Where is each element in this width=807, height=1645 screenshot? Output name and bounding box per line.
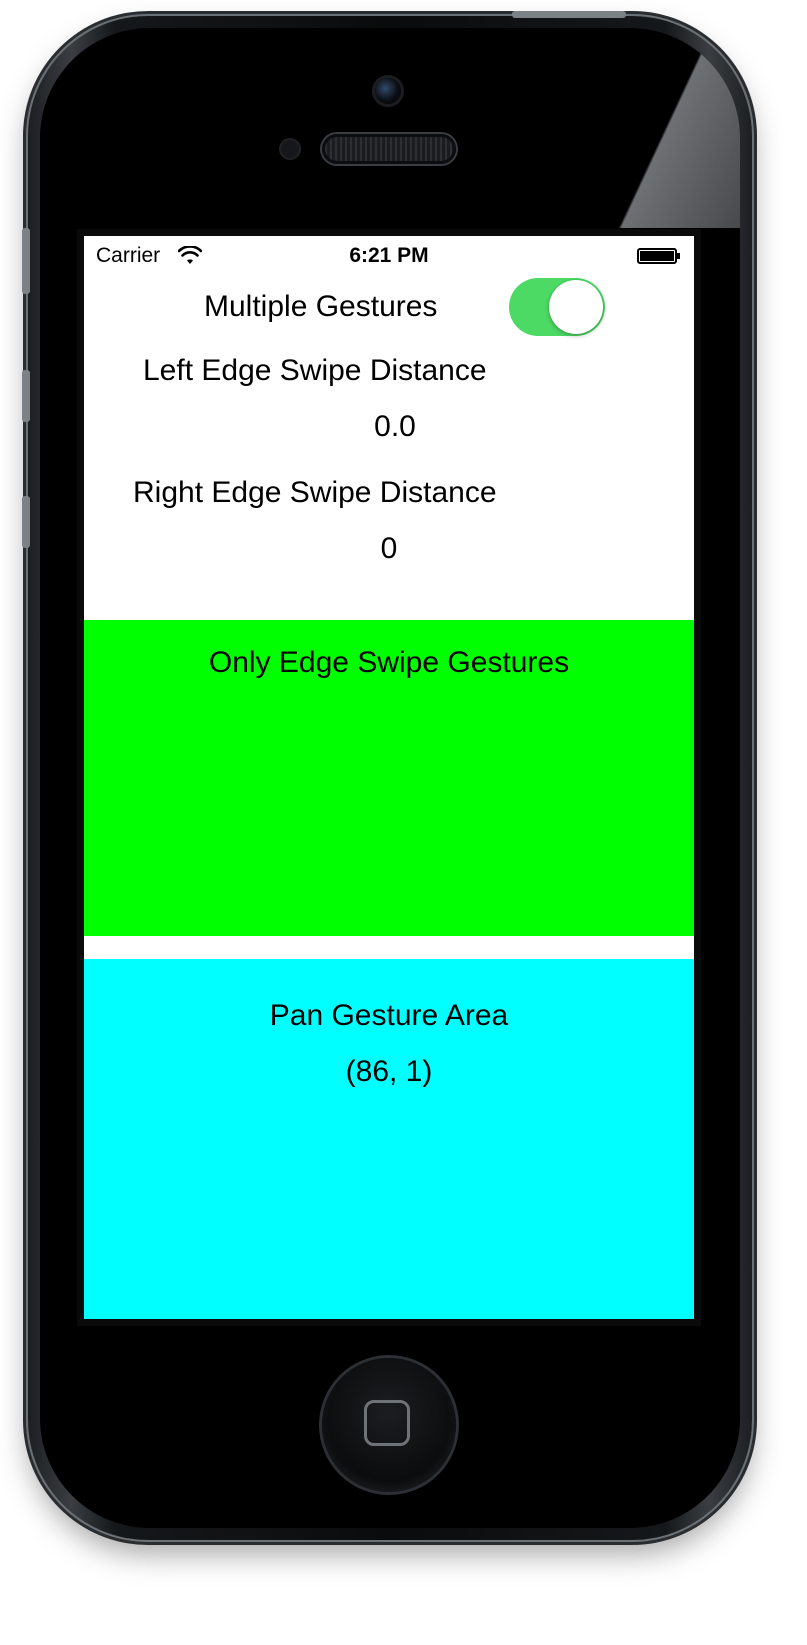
status-bar: Carrier 6:21 PM	[84, 236, 694, 276]
left-edge-swipe-label: Left Edge Swipe Distance	[143, 354, 487, 387]
edge-swipe-area-label: Only Edge Swipe Gestures	[208, 646, 570, 679]
toggle-knob	[549, 280, 603, 334]
right-edge-swipe-label: Right Edge Swipe Distance	[133, 476, 497, 509]
home-square-icon	[364, 1400, 410, 1446]
multiple-gestures-label: Multiple Gestures	[204, 290, 438, 323]
left-edge-swipe-value: 0.0	[374, 410, 416, 443]
status-time: 6:21 PM	[349, 244, 429, 267]
home-button[interactable]	[322, 1358, 456, 1492]
pan-gesture-area[interactable]: Pan Gesture Area (86, 1)	[84, 959, 694, 1319]
mute-switch	[22, 228, 30, 294]
battery-full-icon	[637, 248, 680, 264]
front-camera-icon	[375, 78, 401, 104]
app-screen: Carrier 6:21 PM Multiple Gestures Left E…	[84, 236, 694, 1319]
right-edge-swipe-value: 0	[380, 532, 398, 565]
pan-coordinates-label: (86, 1)	[345, 1055, 433, 1088]
volume-up-button	[22, 370, 30, 422]
volume-down-button	[22, 496, 30, 548]
proximity-sensor	[281, 140, 299, 158]
earpiece-speaker	[322, 134, 456, 164]
sleep-wake-button	[512, 11, 626, 18]
edge-swipe-area[interactable]: Only Edge Swipe Gestures	[84, 620, 694, 936]
pan-gesture-area-label: Pan Gesture Area	[269, 999, 509, 1032]
multiple-gestures-toggle[interactable]	[509, 278, 605, 336]
